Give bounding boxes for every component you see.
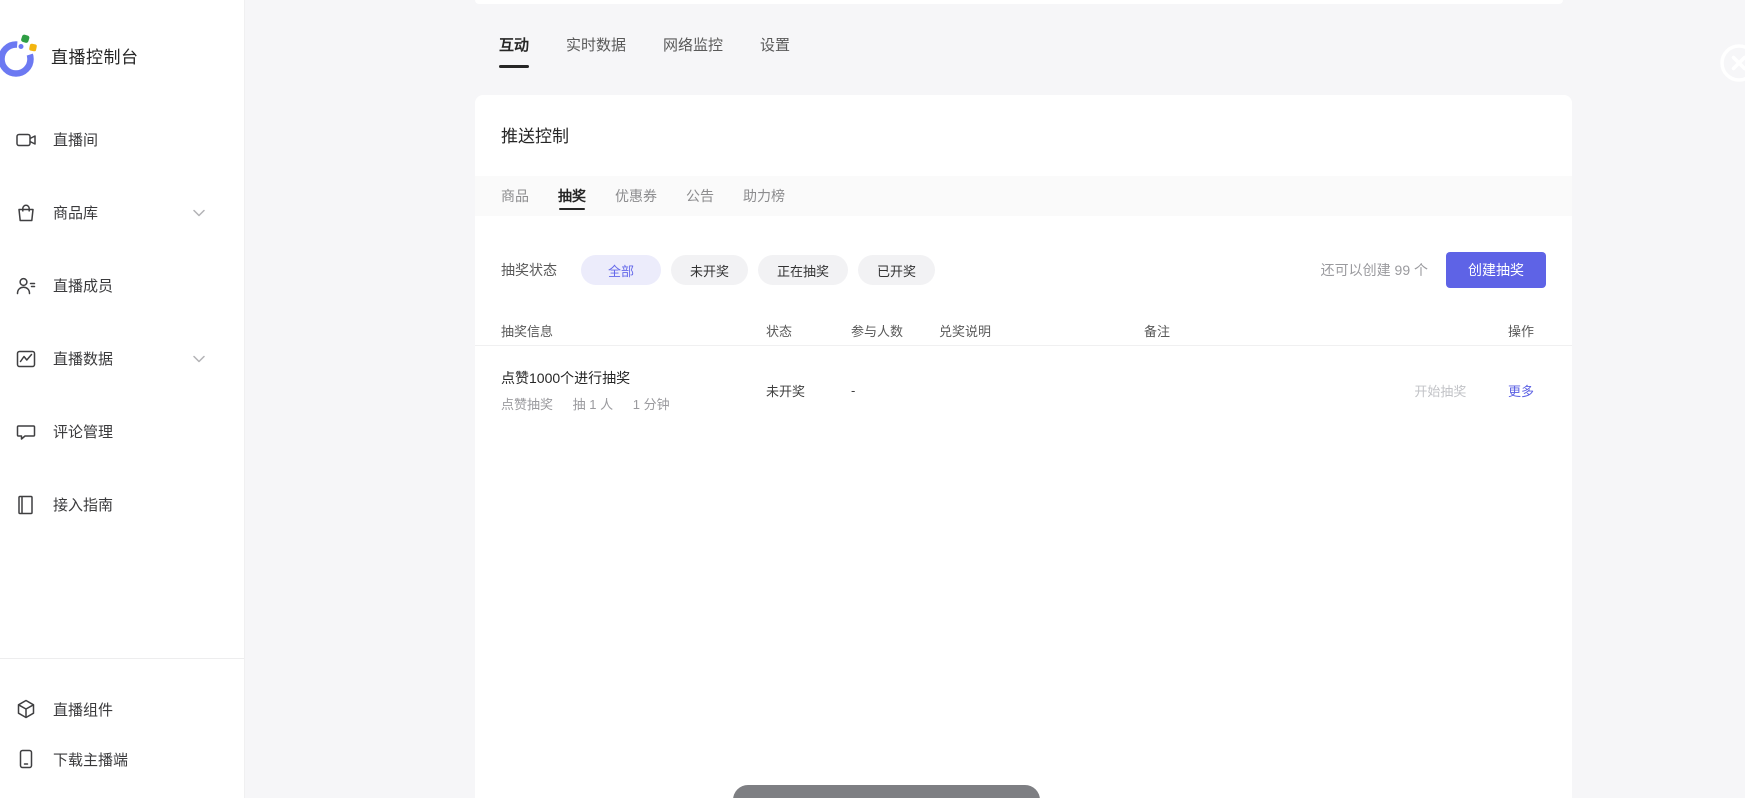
- filter-pill-not-drawn[interactable]: 未开奖: [671, 255, 748, 285]
- column-header: 兑奖说明: [939, 321, 1144, 340]
- filter-label: 抽奖状态: [501, 260, 557, 280]
- status-filter-pills: 全部 未开奖 正在抽奖 已开奖: [581, 255, 935, 285]
- screen: 直播控制台 直播间 商品库: [0, 0, 1745, 798]
- push-type-tabs: 商品 抽奖 优惠券 公告 助力榜: [475, 176, 1572, 216]
- filter-pill-drawn[interactable]: 已开奖: [858, 255, 935, 285]
- subtab-announcements[interactable]: 公告: [686, 176, 714, 216]
- status-cell: 未开奖: [766, 381, 851, 400]
- sidebar-item-label: 接入指南: [53, 494, 113, 515]
- cube-icon: [15, 698, 37, 720]
- sidebar-item-label: 评论管理: [53, 421, 113, 442]
- main-area: 互动 实时数据 网络监控 设置 推送控制 商品 抽奖 优惠券 公告 助力榜 抽奖…: [245, 0, 1745, 798]
- lottery-type: 点赞抽奖: [501, 397, 553, 412]
- sidebar-footer: 直播组件 下载主播端: [0, 684, 244, 784]
- filter-pill-drawing[interactable]: 正在抽奖: [758, 255, 848, 285]
- tab-interaction[interactable]: 互动: [499, 34, 529, 68]
- subtab-products[interactable]: 商品: [501, 176, 529, 216]
- video-camera-icon: [15, 129, 37, 151]
- guide-book-icon: [15, 494, 37, 516]
- phone-icon: [15, 748, 37, 770]
- chevron-down-icon: [193, 350, 205, 368]
- column-header: 参与人数: [851, 321, 939, 340]
- filter-pill-all[interactable]: 全部: [581, 255, 661, 285]
- tab-settings[interactable]: 设置: [760, 34, 790, 68]
- tab-realtime-data[interactable]: 实时数据: [566, 34, 626, 68]
- sidebar-item-download-anchor-client[interactable]: 下载主播端: [0, 734, 244, 784]
- members-icon: [15, 275, 37, 297]
- create-lottery-button[interactable]: 创建抽奖: [1446, 252, 1546, 288]
- lottery-info-cell: 点赞1000个进行抽奖 点赞抽奖 抽 1 人 1 分钟: [501, 368, 766, 413]
- remaining-quota-text: 还可以创建 99 个: [1321, 260, 1428, 280]
- app-logo-icon: [0, 32, 42, 78]
- lottery-meta: 点赞抽奖 抽 1 人 1 分钟: [501, 394, 766, 413]
- panel-title: 推送控制: [501, 125, 1572, 149]
- sidebar-item-live-room[interactable]: 直播间: [0, 103, 244, 176]
- app-logo: 直播控制台: [0, 25, 244, 85]
- lottery-title: 点赞1000个进行抽奖: [501, 368, 766, 388]
- column-header: 抽奖信息: [501, 321, 766, 340]
- close-button[interactable]: [1717, 41, 1745, 85]
- lottery-filter-row: 抽奖状态 全部 未开奖 正在抽奖 已开奖 还可以创建 99 个 创建抽奖: [501, 254, 1546, 286]
- subtab-lottery[interactable]: 抽奖: [558, 176, 586, 216]
- sidebar-item-label: 商品库: [53, 202, 98, 223]
- sidebar-item-live-data[interactable]: 直播数据: [0, 322, 244, 395]
- column-header: 操作: [1508, 321, 1534, 340]
- lottery-duration: 1 分钟: [633, 397, 670, 412]
- lottery-winner-count: 抽 1 人: [573, 397, 613, 412]
- sidebar-item-label: 直播间: [53, 129, 98, 150]
- sidebar-item-live-components[interactable]: 直播组件: [0, 684, 244, 734]
- scrolled-card-remnant: [475, 0, 1563, 4]
- more-link[interactable]: 更多: [1508, 384, 1534, 399]
- sidebar-item-label: 直播成员: [53, 275, 113, 296]
- tab-network-monitor[interactable]: 网络监控: [663, 34, 723, 68]
- sidebar-divider: [0, 658, 244, 659]
- sidebar-item-live-members[interactable]: 直播成员: [0, 249, 244, 322]
- sidebar-item-access-guide[interactable]: 接入指南: [0, 468, 244, 541]
- column-header: 备注: [1144, 321, 1508, 340]
- close-icon: [1717, 41, 1745, 85]
- actions-cell: 开始抽奖 更多: [1414, 381, 1534, 400]
- push-control-panel: 推送控制 商品 抽奖 优惠券 公告 助力榜 抽奖状态 全部 未开奖 正在抽奖 已…: [475, 95, 1572, 798]
- chart-icon: [15, 348, 37, 370]
- subtab-coupons[interactable]: 优惠券: [615, 176, 657, 216]
- table-header-row: 抽奖信息 状态 参与人数 兑奖说明 备注 操作: [475, 316, 1572, 346]
- column-header: 状态: [766, 321, 851, 340]
- top-tabs: 互动 实时数据 网络监控 设置: [499, 34, 790, 68]
- sidebar: 直播控制台 直播间 商品库: [0, 0, 245, 798]
- sidebar-nav: 直播间 商品库: [0, 103, 244, 541]
- sidebar-item-product-library[interactable]: 商品库: [0, 176, 244, 249]
- sidebar-item-label: 直播组件: [53, 699, 113, 720]
- bottom-toast: [733, 785, 1040, 798]
- sidebar-item-label: 直播数据: [53, 348, 113, 369]
- chevron-down-icon: [193, 204, 205, 222]
- comment-icon: [15, 421, 37, 443]
- lottery-table: 抽奖信息 状态 参与人数 兑奖说明 备注 操作 点赞1000个进行抽奖 点赞抽奖…: [475, 316, 1572, 433]
- sidebar-item-comment-management[interactable]: 评论管理: [0, 395, 244, 468]
- participants-cell: -: [851, 383, 939, 398]
- shopping-bag-icon: [15, 202, 37, 224]
- subtab-support-ranking[interactable]: 助力榜: [743, 176, 785, 216]
- app-title: 直播控制台: [51, 43, 139, 68]
- start-lottery-link[interactable]: 开始抽奖: [1414, 384, 1466, 399]
- sidebar-item-label: 下载主播端: [53, 749, 128, 770]
- table-row: 点赞1000个进行抽奖 点赞抽奖 抽 1 人 1 分钟 未开奖 - 开始抽奖 更…: [475, 346, 1572, 433]
